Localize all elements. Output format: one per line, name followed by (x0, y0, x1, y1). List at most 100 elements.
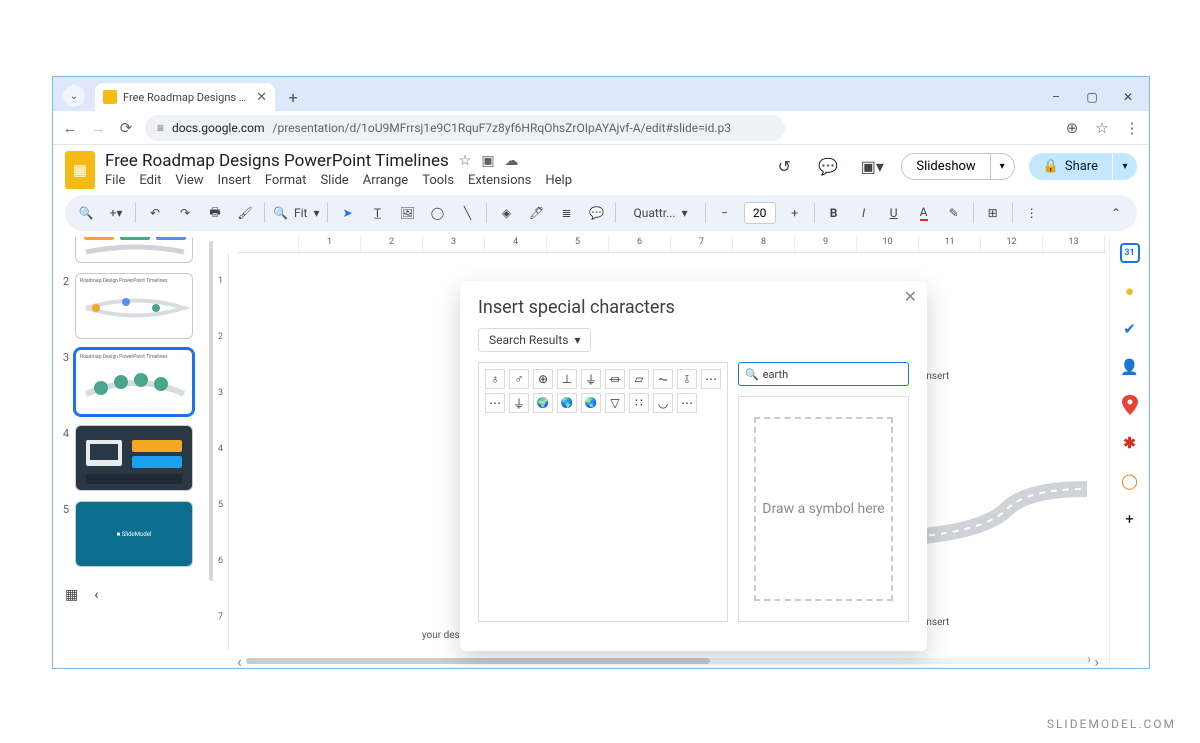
char-cell[interactable]: ◡ (653, 393, 673, 413)
font-size-plus[interactable]: + (784, 201, 806, 225)
filmstrip-prev-icon[interactable]: ‹ (94, 587, 98, 603)
window-close-icon[interactable]: ✕ (1113, 83, 1143, 111)
new-slide-icon[interactable]: +▾ (105, 201, 127, 225)
insert-comment-icon[interactable]: ⊞ (982, 201, 1004, 225)
minimize-icon[interactable]: – (1041, 83, 1071, 111)
menu-slide[interactable]: Slide (320, 173, 348, 188)
slide-thumb-row[interactable]: 4 (59, 425, 207, 491)
forward-icon[interactable]: → (89, 119, 107, 137)
char-search-input[interactable]: 🔍 earth (738, 362, 909, 386)
maximize-icon[interactable]: ▢ (1077, 83, 1107, 111)
grid-view-icon[interactable]: ▦ (65, 587, 78, 603)
tasks-icon[interactable]: ✔ (1120, 319, 1140, 339)
slide-thumb-row[interactable]: 2 Roadmap Design PowerPoint Timelines (59, 273, 207, 339)
char-cell[interactable]: ⋯ (701, 369, 721, 389)
slideshow-dropdown[interactable]: ▾ (991, 153, 1015, 180)
paint-format-icon[interactable]: 🖌 (234, 201, 256, 225)
meet-icon[interactable]: ▣▾ (857, 151, 887, 181)
close-icon[interactable]: ✕ (256, 90, 267, 105)
transition-icon[interactable]: ◈ (495, 201, 517, 225)
char-cell[interactable]: ⏥ (629, 369, 649, 389)
hscroll-thumb[interactable] (246, 658, 710, 664)
collapse-toolbar-icon[interactable]: ⌃ (1105, 201, 1127, 225)
slide-thumb[interactable]: Roadmap Design PowerPoint Timelines (75, 273, 193, 339)
new-tab-button[interactable]: + (281, 85, 305, 109)
menu-view[interactable]: View (175, 173, 203, 188)
slideshow-button[interactable]: Slideshow (901, 153, 990, 180)
comments-icon[interactable]: 💬 (813, 151, 843, 181)
select-icon[interactable]: ➤ (336, 201, 358, 225)
char-cell[interactable]: ⊕ (533, 369, 553, 389)
char-cell[interactable]: ♁ (485, 369, 505, 389)
text-color-icon[interactable]: A (913, 201, 935, 225)
font-size-input[interactable] (744, 202, 776, 224)
star-icon[interactable]: ☆ (459, 153, 472, 169)
char-cell[interactable]: ∷ (629, 393, 649, 413)
shape-icon[interactable]: ◯ (426, 201, 448, 225)
slide-thumb[interactable] (75, 237, 193, 263)
cloud-saved-icon[interactable]: ☁ (505, 153, 519, 169)
char-cell[interactable]: ♂ (509, 369, 529, 389)
undo-icon[interactable]: ↶ (144, 201, 166, 225)
image-icon[interactable]: 🖼 (396, 201, 418, 225)
underline-icon[interactable]: U (883, 201, 905, 225)
char-cell[interactable]: ▽ (605, 393, 625, 413)
menu-file[interactable]: File (105, 173, 125, 188)
site-info-icon[interactable]: ≡ (157, 121, 164, 135)
char-cell[interactable]: ⋯ (485, 393, 505, 413)
highlight-icon[interactable]: ✎ (943, 201, 965, 225)
bookmark-icon[interactable]: ☆ (1093, 119, 1111, 137)
slide-thumb-row[interactable]: 3 Roadmap Design PowerPoint Timelines (59, 349, 207, 415)
move-icon[interactable]: ▣ (481, 153, 494, 169)
dialog-close-icon[interactable]: ✕ (904, 287, 917, 306)
bold-icon[interactable]: B (823, 201, 845, 225)
dialog-filter-dropdown[interactable]: Search Results▾ (478, 328, 591, 352)
draw-panel[interactable]: Draw a symbol here (738, 396, 909, 622)
more-icon[interactable]: ⋮ (1021, 201, 1043, 225)
fill-icon[interactable]: 🖊 (525, 201, 547, 225)
comment-icon[interactable]: 💬 (585, 201, 607, 225)
keep-icon[interactable]: ● (1120, 281, 1140, 301)
browser-tab[interactable]: Free Roadmap Designs PowerP ✕ (95, 83, 275, 111)
filmstrip-next-icon[interactable]: › (1087, 652, 1091, 666)
slide-thumb[interactable] (75, 425, 193, 491)
char-cell[interactable]: ⊥ (557, 369, 577, 389)
menu-arrange[interactable]: Arrange (363, 173, 408, 188)
reload-icon[interactable]: ⟳ (117, 119, 135, 137)
slide-thumb-selected[interactable]: Roadmap Design PowerPoint Timelines (75, 349, 193, 415)
menu-extensions[interactable]: Extensions (468, 173, 531, 188)
calendar-icon[interactable]: 31 (1120, 243, 1140, 263)
history-icon[interactable]: ↺ (769, 151, 799, 181)
italic-icon[interactable]: I (853, 201, 875, 225)
char-cell[interactable]: ⋯ (677, 393, 697, 413)
get-addons-icon[interactable]: + (1120, 509, 1140, 529)
char-cell[interactable]: ⏦ (653, 369, 673, 389)
search-menus-icon[interactable]: 🔍 (75, 201, 97, 225)
tab-search-button[interactable]: ⌄ (63, 85, 85, 107)
slide-thumb[interactable]: ■ SlideModel (75, 501, 193, 567)
char-cell[interactable]: ⏛ (605, 369, 625, 389)
doc-title[interactable]: Free Roadmap Designs PowerPoint Timeline… (105, 151, 449, 171)
menu-insert[interactable]: Insert (218, 173, 251, 188)
align-icon[interactable]: ≣ (555, 201, 577, 225)
line-icon[interactable]: ╲ (456, 201, 478, 225)
menu-format[interactable]: Format (265, 173, 307, 188)
addon-icon[interactable]: ✱ (1120, 433, 1140, 453)
url-field[interactable]: ≡ docs.google.com /presentation/d/1oU9MF… (145, 115, 785, 141)
kebab-icon[interactable]: ⋮ (1123, 119, 1141, 137)
back-icon[interactable]: ← (61, 119, 79, 137)
redo-icon[interactable]: ↷ (174, 201, 196, 225)
contacts-icon[interactable]: 👤 (1120, 357, 1140, 377)
font-selector[interactable]: Quattr...▾ (624, 203, 696, 223)
slide-thumb-row[interactable]: 5 ■ SlideModel (59, 501, 207, 567)
font-size-minus[interactable]: − (714, 201, 736, 225)
addon-icon[interactable]: ◯ (1120, 471, 1140, 491)
menu-tools[interactable]: Tools (422, 173, 454, 188)
textbox-icon[interactable]: T̲ (366, 201, 388, 225)
char-cell[interactable]: 🌍 (533, 393, 553, 413)
slide-thumb-row[interactable] (59, 237, 207, 263)
char-cell[interactable]: 🌎 (557, 393, 577, 413)
char-cell[interactable]: ⏚ (581, 369, 601, 389)
menu-help[interactable]: Help (545, 173, 572, 188)
slides-logo-icon[interactable]: ▦ (65, 151, 95, 189)
